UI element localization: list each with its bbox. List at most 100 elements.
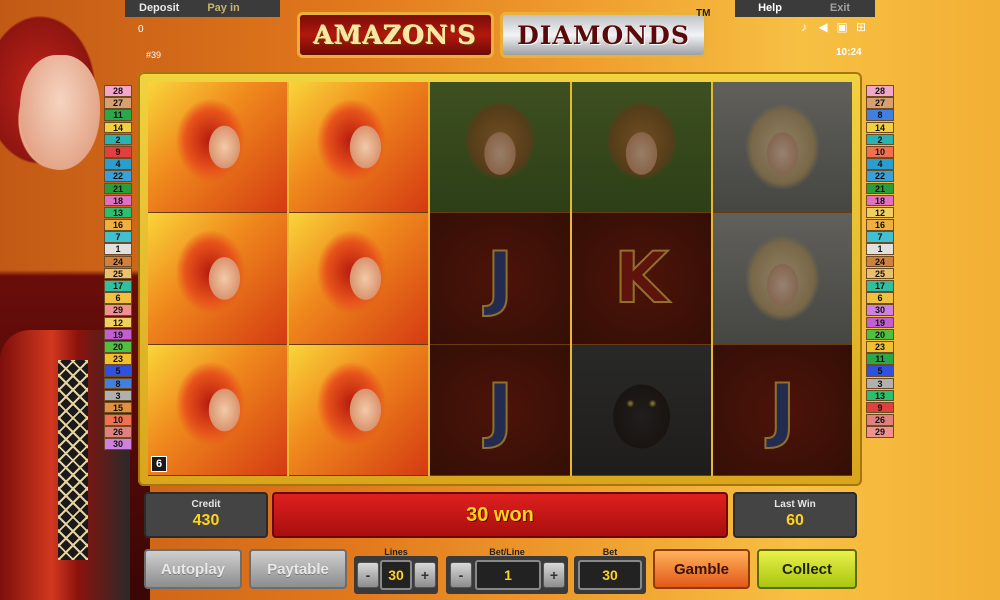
- help-link[interactable]: Help: [735, 0, 805, 17]
- payline-marker[interactable]: 28: [866, 85, 894, 97]
- payline-marker[interactable]: 21: [866, 182, 894, 195]
- payline-marker[interactable]: 30: [866, 304, 894, 316]
- music-icon[interactable]: ♪: [798, 20, 810, 34]
- payline-marker[interactable]: 14: [104, 121, 132, 134]
- symbol-j: J: [712, 344, 853, 475]
- payline-marker[interactable]: 3: [866, 377, 894, 390]
- payline-marker[interactable]: 29: [104, 304, 132, 316]
- payline-marker[interactable]: 24: [866, 255, 894, 268]
- fullscreen-icon[interactable]: ▣: [836, 20, 848, 34]
- payline-marker[interactable]: 30: [104, 438, 132, 451]
- lines-minus-button[interactable]: -: [357, 562, 379, 588]
- payline-marker[interactable]: 25: [104, 267, 132, 280]
- payline-marker[interactable]: 26: [104, 426, 132, 438]
- payline-marker[interactable]: 2: [866, 133, 894, 146]
- payline-marker[interactable]: 10: [104, 414, 132, 426]
- last-win-panel: Last Win 60: [733, 492, 857, 538]
- toolbar-icons: ♪ ◀ ▣ ⊞: [798, 20, 867, 34]
- payline-marker[interactable]: 6: [104, 292, 132, 304]
- bet-line-minus-button[interactable]: -: [450, 562, 472, 588]
- payline-marker[interactable]: 26: [866, 414, 894, 426]
- payline-marker[interactable]: 6: [866, 292, 894, 304]
- payline-marker[interactable]: 1: [104, 243, 132, 256]
- payline-marker[interactable]: 7: [104, 231, 132, 243]
- payline-marker[interactable]: 11: [866, 353, 894, 365]
- payline-marker[interactable]: 9: [104, 145, 132, 158]
- payline-marker[interactable]: 16: [866, 219, 894, 231]
- symbol-amazon-icon: [289, 213, 429, 344]
- payline-marker[interactable]: 27: [104, 97, 132, 109]
- payline-marker[interactable]: 10: [866, 145, 894, 158]
- autoplay-button[interactable]: Autoplay: [144, 549, 242, 589]
- payline-marker[interactable]: 13: [104, 206, 132, 219]
- payline-marker[interactable]: 23: [104, 353, 132, 365]
- payline-marker[interactable]: 17: [104, 280, 132, 292]
- reel-cell: [571, 82, 711, 214]
- payline-marker[interactable]: 23: [866, 340, 894, 353]
- payline-marker[interactable]: 3: [104, 389, 132, 402]
- payline-marker[interactable]: 16: [104, 219, 132, 231]
- payline-marker[interactable]: 17: [866, 280, 894, 292]
- reel-area: 6JJKJ: [148, 82, 853, 476]
- payline-marker[interactable]: 8: [104, 377, 132, 390]
- exit-link[interactable]: Exit: [805, 0, 875, 17]
- payin-link[interactable]: Pay in: [193, 0, 253, 17]
- sound-icon[interactable]: ◀: [817, 20, 829, 34]
- payline-marker[interactable]: 12: [104, 316, 132, 329]
- payline-marker[interactable]: 29: [866, 426, 894, 438]
- bet-value: 30: [578, 560, 642, 590]
- reel-4: K: [571, 82, 713, 476]
- payline-marker[interactable]: 9: [866, 401, 894, 414]
- settings-icon[interactable]: ⊞: [855, 20, 867, 34]
- payline-marker[interactable]: 2: [104, 133, 132, 146]
- payline-marker[interactable]: 22: [866, 170, 894, 182]
- payline-marker[interactable]: 11: [104, 109, 132, 121]
- reel-cell: [289, 213, 429, 345]
- payline-marker[interactable]: 28: [104, 85, 132, 97]
- payline-marker[interactable]: 13: [866, 389, 894, 402]
- collect-button[interactable]: Collect: [757, 549, 857, 589]
- payline-marker[interactable]: 22: [104, 170, 132, 182]
- payline-marker[interactable]: 20: [104, 340, 132, 353]
- payline-marker[interactable]: 18: [104, 194, 132, 207]
- reel-cell: [430, 82, 570, 214]
- payline-marker[interactable]: 18: [866, 194, 894, 207]
- top-bar-left: Deposit Pay in: [125, 0, 280, 17]
- payline-marker[interactable]: 25: [866, 267, 894, 280]
- reel-cell: J: [430, 213, 570, 345]
- payline-marker[interactable]: 19: [104, 328, 132, 341]
- payline-marker[interactable]: 4: [104, 158, 132, 170]
- payline-marker[interactable]: 15: [104, 401, 132, 414]
- character-face: [20, 55, 100, 170]
- payline-marker[interactable]: 12: [866, 206, 894, 219]
- gamble-button[interactable]: Gamble: [653, 549, 750, 589]
- lines-plus-button[interactable]: +: [414, 562, 436, 588]
- reel-cell: [712, 213, 853, 345]
- logo-diamonds: DIAMONDS: [500, 12, 707, 58]
- reel-1: 6: [148, 82, 290, 476]
- payline-marker[interactable]: 14: [866, 121, 894, 134]
- reel-5: J: [712, 82, 853, 476]
- credit-small-readout: 0: [138, 24, 144, 35]
- game-id: #39: [146, 50, 162, 60]
- payline-marker[interactable]: 19: [866, 316, 894, 329]
- payline-marker[interactable]: 7: [866, 231, 894, 243]
- payline-marker[interactable]: 4: [866, 158, 894, 170]
- reel-cell: [712, 82, 853, 214]
- deposit-link[interactable]: Deposit: [125, 0, 193, 17]
- payline-marker[interactable]: 5: [104, 365, 132, 377]
- payline-markers-right: 28 27 8 14 2 10 4 22 21 18 12 16 7 1 24 25 17 6 30 19 20 23 11…: [866, 85, 894, 438]
- paytable-button[interactable]: Paytable: [249, 549, 347, 589]
- payline-marker[interactable]: 20: [866, 328, 894, 341]
- bet-line-plus-button[interactable]: +: [543, 562, 565, 588]
- top-bar-right: Help Exit: [735, 0, 875, 17]
- payline-marker[interactable]: 1: [866, 243, 894, 256]
- payline-marker[interactable]: 27: [866, 97, 894, 109]
- payline-marker[interactable]: 21: [104, 182, 132, 195]
- payline-marker[interactable]: 24: [104, 255, 132, 268]
- credit-label: Credit: [191, 499, 221, 510]
- symbol-panther-icon: [571, 344, 711, 475]
- payline-marker[interactable]: 8: [866, 109, 894, 121]
- payline-marker[interactable]: 5: [866, 365, 894, 377]
- win-message: 30 won: [272, 492, 728, 538]
